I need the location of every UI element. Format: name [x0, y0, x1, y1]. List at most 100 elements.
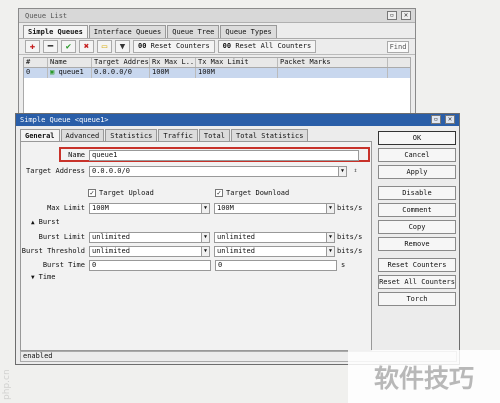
column-header[interactable]: Tx Max Limit: [196, 58, 278, 67]
reset-all-counters-label: Reset All Counters: [235, 42, 312, 50]
tab-general[interactable]: General: [20, 129, 60, 141]
unit-label: bits/s: [337, 233, 363, 241]
tab-advanced[interactable]: Advanced: [60, 129, 105, 141]
remove-icon[interactable]: ━: [43, 40, 58, 53]
table-row[interactable]: 0 ▣ queue1 0.0.0.0/0 100M 100M: [24, 68, 410, 78]
row-target: 0.0.0.0/0: [92, 68, 150, 78]
tab-interface-queues[interactable]: Interface Queues: [88, 25, 167, 38]
comment-button[interactable]: Comment: [378, 203, 456, 217]
tab-total-statistics[interactable]: Total Statistics: [230, 129, 309, 141]
ok-button[interactable]: OK: [378, 131, 456, 145]
row-name: ▣ queue1: [48, 68, 92, 78]
enable-icon[interactable]: ✔: [61, 40, 76, 53]
queue-icon: ▣: [50, 68, 55, 76]
target-address-field[interactable]: 0.0.0.0/0: [89, 165, 339, 177]
remove-button[interactable]: Remove: [378, 237, 456, 251]
max-limit-upload-field[interactable]: 100M: [89, 202, 202, 214]
column-header[interactable]: #: [24, 58, 48, 67]
disable-button[interactable]: Disable: [378, 186, 456, 200]
burst-threshold-download-field[interactable]: unlimited: [214, 245, 327, 257]
column-header[interactable]: Rx Max L...: [150, 58, 196, 67]
target-upload-label: Target Upload: [99, 189, 154, 197]
column-header[interactable]: Name: [48, 58, 92, 67]
reset-counters-button[interactable]: 00 Reset Counters: [133, 40, 215, 53]
reset-counters-button[interactable]: Reset Counters: [378, 258, 456, 272]
target-address-label: Target Address: [25, 167, 85, 175]
row-index: 0: [24, 68, 48, 78]
column-header[interactable]: Target Address: [92, 58, 150, 67]
chevron-down-icon[interactable]: ▼: [201, 202, 210, 214]
column-header[interactable]: Packet Marks: [278, 58, 388, 67]
expand-triangle-icon: ▲: [31, 218, 35, 226]
column-header: [388, 58, 410, 67]
target-download-label: Target Download: [226, 189, 290, 197]
unit-label: bits/s: [337, 247, 363, 255]
burst-limit-upload-field[interactable]: unlimited: [89, 231, 202, 243]
row-marks: [278, 68, 388, 78]
burst-time-download-field[interactable]: 0: [215, 259, 337, 271]
row-tx: 100M: [196, 68, 278, 78]
burst-time-upload-field[interactable]: 0: [89, 259, 211, 271]
target-upload-row: ✓ Target Upload: [88, 187, 154, 199]
reset-all-counters-button[interactable]: Reset All Counters: [378, 275, 456, 289]
time-section[interactable]: ▼ Time: [31, 273, 55, 281]
comment-icon[interactable]: ▭: [97, 40, 112, 53]
add-remove-arrows-icon[interactable]: ⇕: [351, 166, 360, 177]
tab-queue-tree[interactable]: Queue Tree: [167, 25, 220, 38]
reset-all-counters-button[interactable]: 00 Reset All Counters: [217, 40, 317, 53]
chevron-down-icon[interactable]: ▼: [326, 202, 335, 214]
row-spacer: [388, 68, 410, 78]
dialog-title-bar: Simple Queue <queue1> ▫ ✕: [16, 114, 459, 126]
time-section-label: Time: [38, 273, 56, 281]
chevron-down-icon[interactable]: ▼: [338, 165, 347, 177]
find-input[interactable]: Find: [387, 40, 409, 53]
max-limit-download-field[interactable]: 100M: [214, 202, 327, 214]
chevron-down-icon[interactable]: ▼: [326, 231, 335, 243]
burst-limit-download-field[interactable]: unlimited: [214, 231, 327, 243]
collapse-triangle-icon: ▼: [31, 273, 35, 281]
window-title: Queue List: [25, 12, 68, 20]
target-download-row: ✓ Target Download: [215, 187, 289, 199]
target-upload-checkbox[interactable]: ✓: [88, 189, 96, 197]
tab-statistics[interactable]: Statistics: [105, 129, 158, 141]
simple-queue-dialog: Simple Queue <queue1> ▫ ✕ General Advanc…: [15, 113, 460, 365]
torch-button[interactable]: Torch: [378, 292, 456, 306]
general-panel: Name queue1 Target Address 0.0.0.0/0 ▼ ⇕…: [20, 141, 372, 351]
chevron-down-icon[interactable]: ▼: [326, 245, 335, 257]
name-row: Name queue1: [21, 149, 359, 161]
chevron-down-icon[interactable]: ▼: [201, 231, 210, 243]
row-rx: 100M: [150, 68, 196, 78]
name-label: Name: [68, 151, 85, 159]
tab-traffic[interactable]: Traffic: [158, 129, 198, 141]
counters-icon: 00: [138, 42, 147, 50]
tab-queue-types[interactable]: Queue Types: [220, 25, 277, 38]
burst-threshold-label: Burst Threshold: [21, 247, 85, 255]
burst-threshold-row: Burst Threshold unlimited ▼ unlimited ▼ …: [21, 245, 362, 257]
burst-threshold-upload-field[interactable]: unlimited: [89, 245, 202, 257]
apply-button[interactable]: Apply: [378, 165, 456, 179]
max-limit-row: Max Limit 100M ▼ 100M ▼ bits/s: [21, 202, 362, 214]
tab-total[interactable]: Total: [198, 129, 230, 141]
minimize-button[interactable]: ▫: [387, 11, 397, 20]
copy-button[interactable]: Copy: [378, 220, 456, 234]
close-button[interactable]: ✕: [401, 11, 411, 20]
burst-time-label: Burst Time: [42, 261, 85, 269]
close-button[interactable]: ✕: [445, 115, 455, 124]
filter-icon[interactable]: ▼: [115, 40, 130, 53]
target-download-checkbox[interactable]: ✓: [215, 189, 223, 197]
burst-section[interactable]: ▲ Burst: [31, 218, 60, 226]
name-field[interactable]: queue1: [89, 149, 359, 161]
burst-limit-label: Burst Limit: [38, 233, 85, 241]
disable-icon[interactable]: ✖: [79, 40, 94, 53]
tab-simple-queues[interactable]: Simple Queues: [23, 25, 88, 38]
target-address-row: Target Address 0.0.0.0/0 ▼ ⇕: [21, 165, 360, 177]
cancel-button[interactable]: Cancel: [378, 148, 456, 162]
seconds-label: s: [341, 261, 346, 269]
dialog-title: Simple Queue <queue1>: [20, 116, 109, 124]
max-limit-label: Max Limit: [47, 204, 85, 212]
burst-section-label: Burst: [38, 218, 60, 226]
minimize-button[interactable]: ▫: [431, 115, 441, 124]
add-icon[interactable]: ✚: [25, 40, 40, 53]
counters-icon: 00: [222, 42, 232, 50]
chevron-down-icon[interactable]: ▼: [201, 245, 210, 257]
